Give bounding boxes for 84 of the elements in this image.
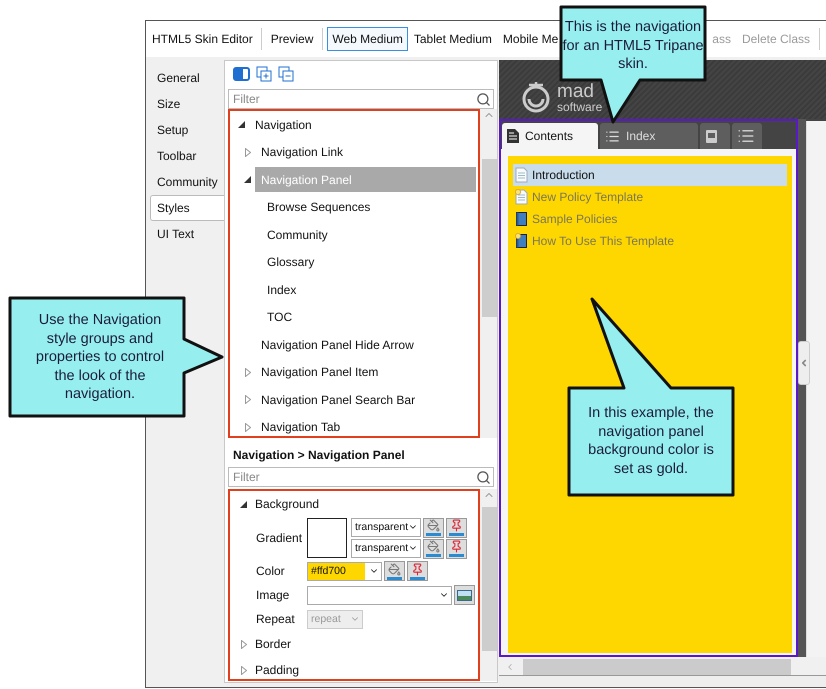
list-icon [605, 128, 620, 144]
expanded-arrow-icon[interactable] [238, 121, 245, 128]
property-label: Repeat [256, 612, 296, 626]
expanded-arrow-icon[interactable] [244, 176, 251, 184]
paint-bucket-icon [427, 540, 440, 553]
logo-icon [521, 79, 551, 113]
dropdown[interactable]: transparent [351, 518, 421, 536]
gradient-swatch[interactable] [307, 518, 347, 558]
tree-item[interactable]: TOC [261, 304, 476, 330]
collapsed-arrow-icon[interactable] [244, 395, 250, 404]
side-tab[interactable]: General [146, 65, 224, 91]
callout-text: This is the navigation for an HTML5 Tripane skin. [562, 18, 704, 74]
collapsed-arrow-icon[interactable] [244, 422, 250, 432]
search-icon[interactable] [476, 92, 491, 106]
app-title: HTML5 Skin Editor [151, 31, 254, 48]
collapsed-arrow-icon[interactable] [244, 368, 250, 377]
property-label: Color [256, 564, 286, 578]
filter-field[interactable]: Filter [228, 89, 494, 109]
callout-text: In this example, the navigation panel background color is set as gold. [587, 404, 715, 478]
property-group[interactable]: Background [255, 497, 320, 511]
dropdown[interactable]: transparent [351, 538, 421, 558]
tree-item[interactable]: Navigation Tab [255, 414, 476, 436]
side-tab[interactable]: Size [146, 91, 224, 117]
remove-copy-icon[interactable] [278, 66, 294, 82]
nav-tab[interactable] [700, 123, 730, 149]
pin-button[interactable] [407, 561, 428, 581]
collapsed-arrow-icon[interactable] [240, 640, 246, 648]
search-icon[interactable] [476, 470, 491, 484]
image-button[interactable] [454, 585, 475, 605]
scrollbar[interactable] [480, 489, 497, 681]
contents-entry[interactable]: Introduction [513, 164, 787, 186]
filter-input[interactable]: Filter [233, 92, 476, 106]
side-tab[interactable]: UI Text [146, 221, 224, 247]
collapsed-arrow-icon[interactable] [244, 148, 250, 157]
callout-text: Use the Navigation style groups and properties to control the look of the navigation. [34, 311, 166, 404]
collapse-handle[interactable] [798, 341, 810, 385]
tree-item[interactable]: Index [261, 277, 476, 302]
book-icon[interactable] [705, 128, 719, 144]
property-group[interactable]: Border [255, 637, 292, 651]
pin-button[interactable] [446, 538, 467, 558]
paint-bucket-icon [388, 562, 401, 576]
color-dropdown[interactable]: #ffd700 [307, 562, 382, 580]
breadcrumb: Navigation > Navigation Panel [232, 447, 406, 464]
tree-item[interactable]: Community [261, 222, 476, 248]
collapsed-arrow-icon[interactable] [240, 666, 246, 674]
scrollbar[interactable] [480, 109, 497, 438]
tree-item[interactable]: Navigation Panel Item [255, 360, 476, 385]
pin-button[interactable] [446, 518, 467, 538]
tree-item[interactable]: Navigation Link [255, 140, 476, 165]
pin-icon [411, 562, 424, 576]
nav-tab[interactable] [732, 123, 762, 149]
panel-toggle-icon[interactable] [233, 67, 250, 81]
expanded-arrow-icon[interactable] [240, 500, 247, 508]
filter-input[interactable]: Filter [233, 470, 476, 484]
property-group[interactable]: Padding [255, 663, 300, 677]
tree-item[interactable]: Navigation [249, 112, 476, 138]
logo-tagline: software [557, 101, 602, 113]
nav-tab[interactable]: Contents [502, 123, 598, 149]
fill-bucket-button[interactable] [423, 518, 444, 538]
image-icon [457, 590, 472, 600]
pin-icon [450, 519, 463, 532]
paint-bucket-icon [427, 519, 440, 532]
side-tab[interactable]: Styles [150, 195, 224, 221]
side-tab[interactable]: Setup [146, 117, 224, 143]
side-tab[interactable]: Toolbar [146, 143, 224, 169]
filter-field[interactable]: Filter [228, 467, 494, 487]
tree-item[interactable]: Navigation Panel Search Bar [255, 387, 476, 412]
nav-tab[interactable]: Index [600, 123, 698, 149]
pin-icon [450, 540, 463, 553]
fill-bucket-button[interactable] [423, 538, 444, 558]
splitter-bar[interactable] [798, 119, 806, 657]
fill-bucket-button[interactable] [384, 561, 405, 581]
tree-item[interactable]: Browse Sequences [261, 194, 476, 220]
property-label: Gradient [256, 531, 304, 545]
toolbar-button[interactable]: Web Medium [327, 27, 408, 51]
tree-item[interactable]: Navigation Panel Hide Arrow [255, 332, 476, 358]
list-icon[interactable] [737, 127, 755, 145]
side-tab[interactable]: Community [146, 169, 224, 195]
property-label: Image [256, 588, 290, 602]
document-icon [507, 129, 519, 143]
logo-wordmark: mad [557, 82, 595, 101]
color-value: #ffd700 [308, 562, 365, 580]
tree-item[interactable]: Glossary [261, 250, 476, 275]
add-copy-icon[interactable] [256, 66, 272, 82]
